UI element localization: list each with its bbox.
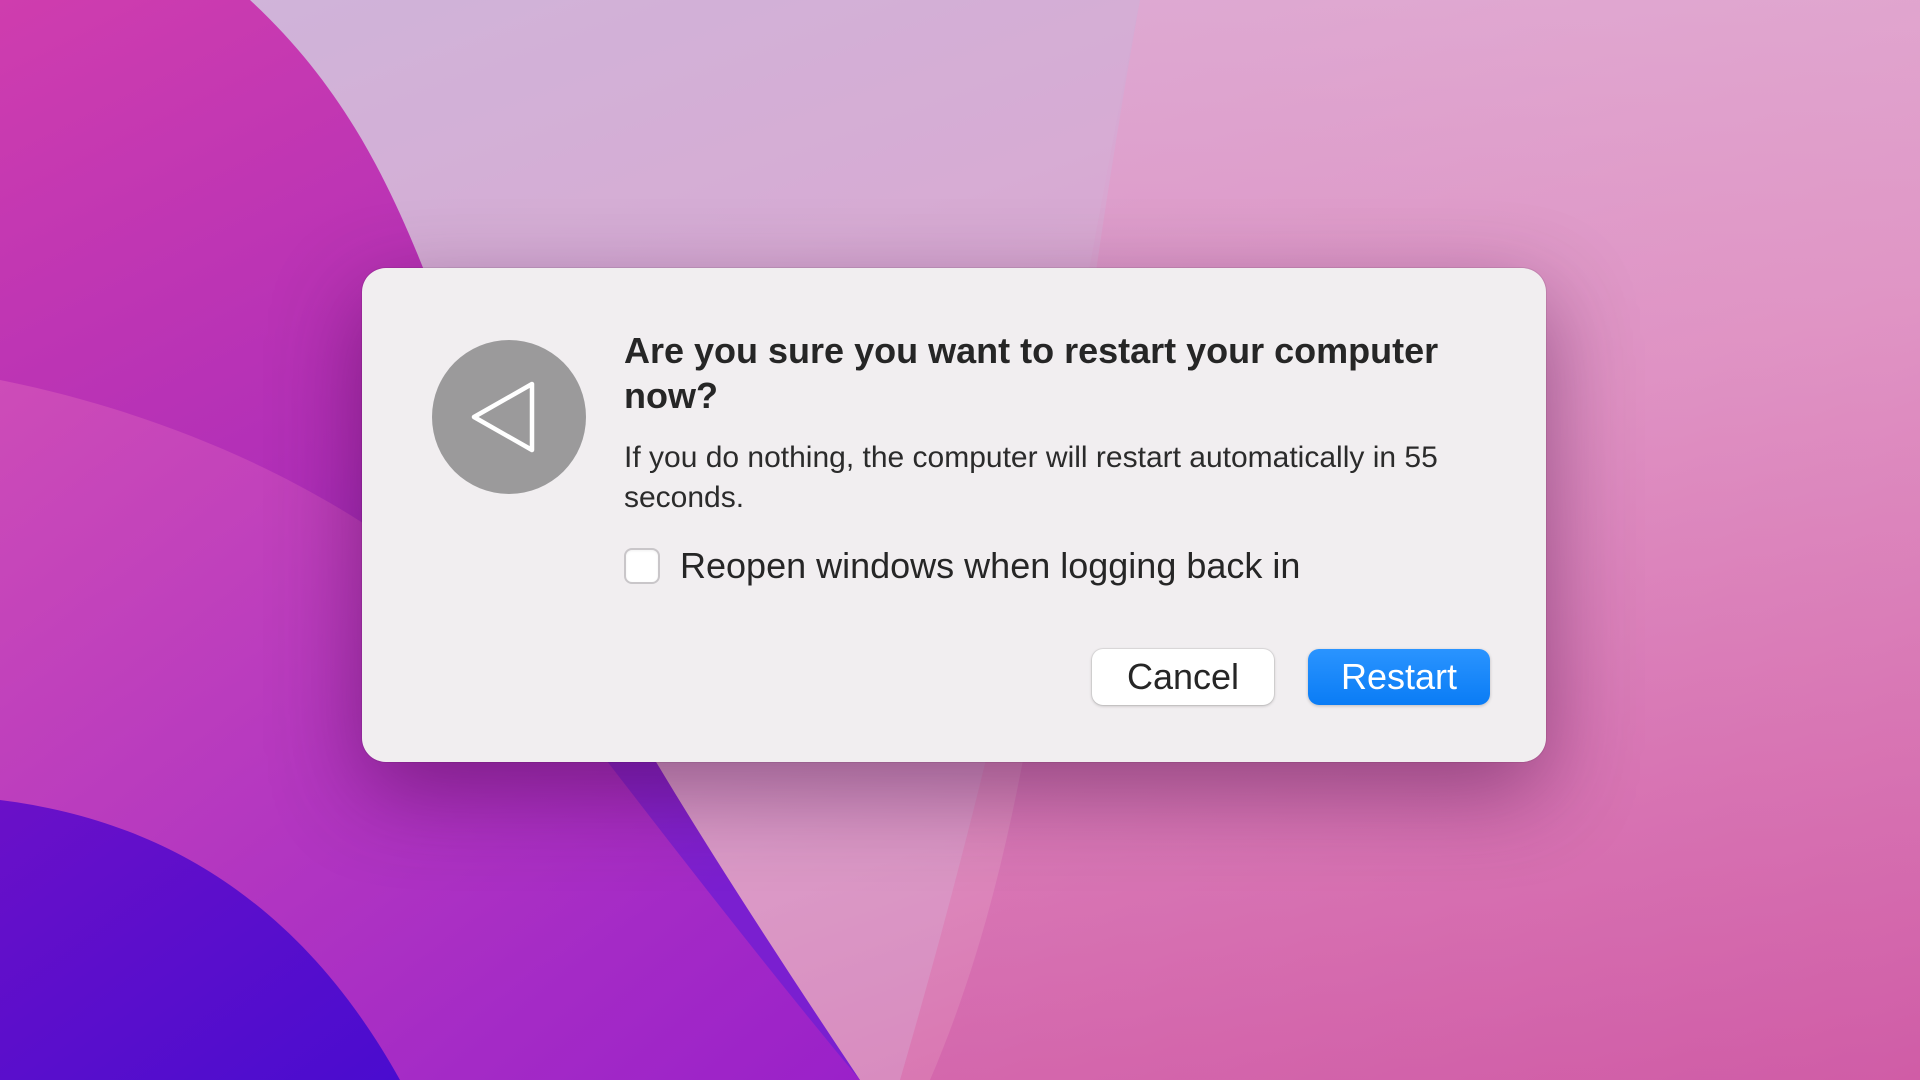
- restart-button[interactable]: Restart: [1308, 649, 1490, 705]
- dialog-title: Are you sure you want to restart your co…: [624, 330, 1439, 416]
- reopen-windows-checkbox[interactable]: [624, 548, 660, 584]
- cancel-button[interactable]: Cancel: [1092, 649, 1274, 705]
- restart-dialog: Are you sure you want to restart your co…: [362, 268, 1546, 762]
- desktop: Are you sure you want to restart your co…: [0, 0, 1920, 1080]
- dialog-message: If you do nothing, the computer will res…: [624, 441, 1438, 514]
- back-triangle-icon: [432, 340, 586, 494]
- reopen-windows-label[interactable]: Reopen windows when logging back in: [680, 544, 1300, 588]
- reopen-windows-option[interactable]: Reopen windows when logging back in: [624, 544, 1300, 588]
